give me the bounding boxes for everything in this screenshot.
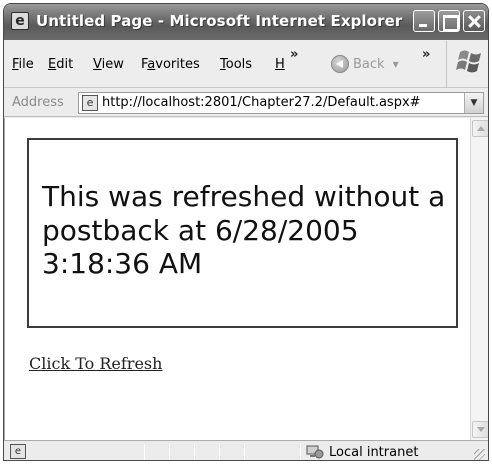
browser-window: e Untitled Page - Microsoft Internet Exp… — [3, 3, 489, 461]
minimize-button[interactable] — [413, 10, 435, 32]
menu-bar: File Edit View Favorites Tools H » Back … — [4, 40, 488, 88]
click-to-refresh-link[interactable]: Click To Refresh — [29, 354, 162, 373]
close-button[interactable] — [463, 10, 485, 32]
address-label: Address — [12, 95, 64, 110]
local-intranet-icon — [306, 445, 324, 459]
page-icon: e — [82, 95, 98, 111]
address-bar: Address e http://localhost:2801/Chapter2… — [4, 89, 488, 117]
security-zone-label: Local intranet — [329, 445, 419, 460]
scroll-up-button[interactable] — [472, 120, 488, 137]
back-button[interactable]: Back ▼ — [331, 55, 399, 73]
page-content: This was refreshed without a postback at… — [4, 118, 470, 440]
status-divider — [144, 444, 145, 460]
menu-file[interactable]: File — [12, 57, 34, 72]
ie-page-icon: e — [11, 12, 29, 30]
status-divider — [194, 444, 195, 460]
vertical-scrollbar[interactable] — [470, 118, 488, 440]
refresh-panel: This was refreshed without a postback at… — [27, 138, 458, 328]
status-divider — [244, 444, 245, 460]
menu-chevron[interactable]: » — [290, 47, 298, 62]
address-dropdown-icon[interactable]: ▼ — [464, 93, 483, 113]
maximize-button[interactable] — [438, 10, 460, 32]
window-title: Untitled Page - Microsoft Internet Explo… — [36, 12, 403, 30]
menu-favorites[interactable]: Favorites — [141, 57, 200, 72]
toolbar-separator — [446, 41, 447, 87]
windows-logo-icon — [456, 50, 481, 73]
menu-tools[interactable]: Tools — [220, 57, 252, 72]
menu-edit[interactable]: Edit — [48, 57, 73, 72]
panel-text: This was refreshed without a postback at… — [42, 180, 446, 281]
menu-help[interactable]: H — [275, 57, 285, 72]
address-input[interactable]: e http://localhost:2801/Chapter27.2/Defa… — [78, 92, 484, 114]
status-divider — [169, 444, 170, 460]
status-bar: e Local intranet — [4, 440, 488, 460]
menu-view[interactable]: View — [93, 57, 124, 72]
status-page-icon: e — [10, 444, 26, 459]
scroll-down-button[interactable] — [472, 421, 488, 438]
toolbar-chevron[interactable]: » — [422, 47, 430, 62]
back-label: Back — [353, 56, 385, 72]
back-arrow-icon — [331, 55, 349, 73]
back-dropdown-icon[interactable]: ▼ — [393, 60, 399, 69]
title-bar[interactable]: e Untitled Page - Microsoft Internet Exp… — [4, 4, 488, 40]
address-url[interactable]: http://localhost:2801/Chapter27.2/Defaul… — [102, 95, 421, 110]
resize-grip[interactable] — [474, 449, 485, 460]
status-divider — [300, 444, 301, 460]
status-divider — [219, 444, 220, 460]
